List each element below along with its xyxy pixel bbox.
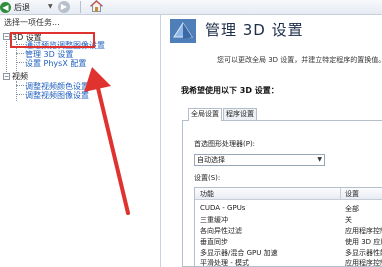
chevron-down-icon: ▼: [317, 156, 322, 163]
back-button[interactable]: ◀ 后退: [0, 0, 30, 14]
nvidia-control-panel-window: ◀ 后退 ▼ ▶ 选择一项任务... − 3D 设置 通过预览调整图像设置 管理…: [0, 0, 382, 267]
grid-header: 功能 设置: [195, 188, 382, 200]
tree-connector: [16, 53, 24, 54]
settings-grid: 功能 设置 CUDA - GPUs 全部 三重缓冲 关 各向异性过滤 应用程序控…: [194, 187, 382, 267]
tree-connector: [16, 85, 24, 86]
table-row[interactable]: 各向异性过滤 应用程序控制: [195, 226, 382, 236]
tree-item-physx-config[interactable]: 设置 PhysX 配置: [25, 58, 86, 69]
tree-connector: [6, 38, 7, 76]
column-header-setting[interactable]: 设置: [345, 189, 359, 199]
home-icon[interactable]: [90, 0, 103, 12]
preferred-gpu-value: 自动选择: [197, 156, 225, 164]
annotation-highlight-box: [10, 32, 95, 48]
table-row[interactable]: 三重缓冲 关: [195, 215, 382, 225]
setting-cell: 使用 3D 应用程序设置: [345, 238, 382, 246]
tab-global-settings[interactable]: 全局设置: [188, 108, 222, 121]
forward-arrow-icon[interactable]: ▶: [58, 1, 70, 13]
tree-connector: [16, 94, 24, 95]
preferred-gpu-select[interactable]: 自动选择 ▼: [194, 154, 325, 166]
feature-cell: 三重缓冲: [200, 216, 228, 224]
table-row[interactable]: CUDA - GPUs 全部: [195, 204, 382, 214]
table-row[interactable]: 垂直同步 使用 3D 应用程序设置: [195, 237, 382, 247]
feature-cell: 各向异性过滤: [200, 227, 242, 235]
preferred-gpu-label: 首选图形处理器(P):: [194, 140, 256, 148]
collapse-3d-toggle-icon[interactable]: −: [3, 33, 10, 40]
tree-connector: [16, 62, 24, 63]
setting-cell: 关: [345, 216, 352, 224]
setting-cell: 应用程序控制: [345, 227, 382, 235]
toolbar-separator: [80, 1, 81, 13]
setting-cell: 多显示器性能模式: [345, 249, 382, 257]
table-row[interactable]: 多显示器/混合 GPU 加速 多显示器性能模式: [195, 248, 382, 258]
collapse-video-toggle-icon[interactable]: −: [3, 73, 10, 80]
page-description: 您可以更改全局 3D 设置，并建立特定程序的置换值。: [217, 56, 382, 64]
page-title: 管理 3D 设置: [205, 21, 304, 39]
settings-label: 设置(S):: [194, 174, 221, 182]
setting-cell: 应用程序控制: [345, 259, 382, 267]
feature-cell: 多显示器/混合 GPU 加速: [200, 249, 278, 257]
tree-item-video-image[interactable]: 调整视频图像设置: [25, 90, 89, 101]
history-dropdown-icon[interactable]: ▼: [48, 3, 53, 10]
back-label: 后退: [14, 2, 30, 12]
table-row[interactable]: 平滑处理 - 模式 应用程序控制: [195, 258, 382, 267]
settings-tabs: 全局设置 程序设置: [188, 108, 258, 121]
setting-cell: 全部: [345, 205, 359, 213]
tab-program-settings[interactable]: 程序设置: [223, 108, 257, 120]
column-header-feature[interactable]: 功能: [200, 189, 214, 199]
toolbar: ◀ 后退 ▼ ▶: [0, 0, 382, 15]
section-heading: 我希望使用以下 3D 设置：: [181, 86, 279, 95]
task-tree-pane: 选择一项任务... − 3D 设置 通过预览调整图像设置 管理 3D 设置 设置…: [0, 15, 161, 267]
task-prompt: 选择一项任务...: [4, 18, 60, 27]
tree-connector: [16, 81, 17, 101]
feature-cell: 垂直同步: [200, 238, 228, 246]
feature-cell: CUDA - GPUs: [200, 204, 246, 212]
column-divider: [340, 188, 341, 200]
3d-settings-header-icon: [170, 19, 196, 43]
back-arrow-icon: ◀: [0, 1, 11, 13]
content-pane: 管理 3D 设置 您可以更改全局 3D 设置，并建立特定程序的置换值。 我希望使…: [162, 15, 382, 267]
feature-cell: 平滑处理 - 模式: [200, 259, 249, 267]
